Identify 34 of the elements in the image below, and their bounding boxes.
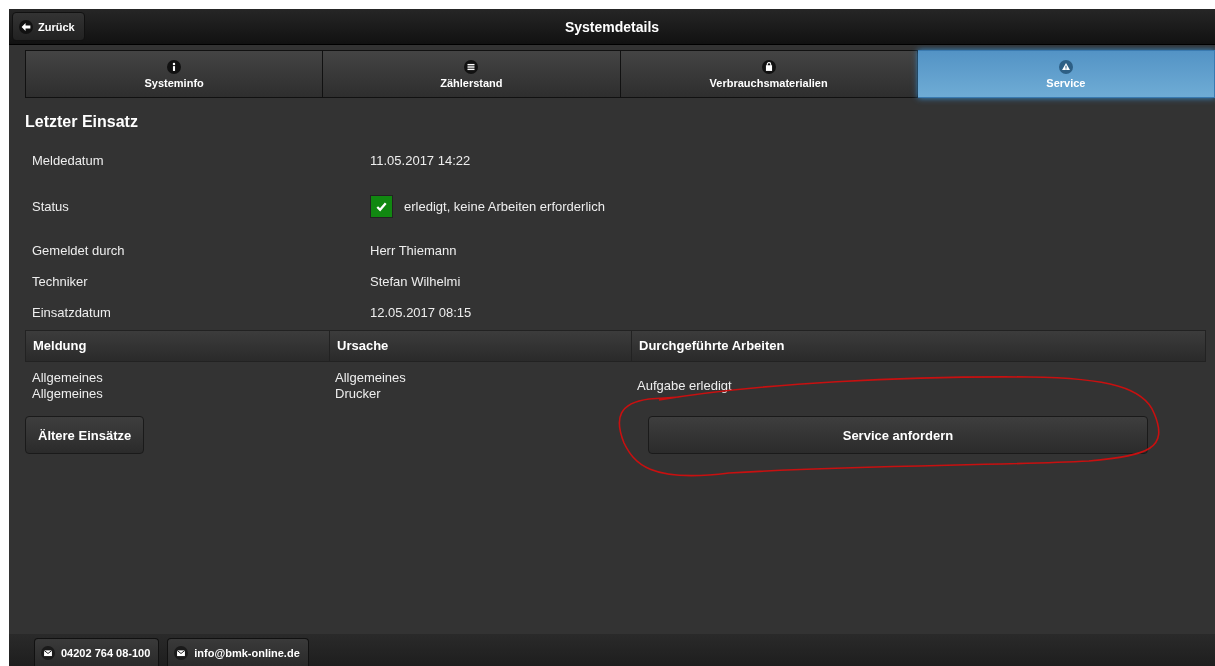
page-title: Systemdetails [564, 18, 660, 35]
tab[interactable]: Systeminfo [25, 50, 324, 98]
contact-button[interactable]: 04202 764 08-100 [34, 638, 160, 666]
column-header: Ursache [329, 331, 631, 361]
field-value: 11.05.2017 14:22 [370, 152, 471, 168]
back-button[interactable]: Zurück [12, 12, 85, 41]
field-value: Herr Thiemann [370, 243, 457, 258]
table-cell: Allgemeines [335, 370, 406, 386]
field-value: erledigt, keine Arbeiten erforderlich [404, 198, 605, 214]
tab[interactable]: Verbrauchsmaterialien [620, 50, 918, 98]
info-icon [167, 59, 182, 74]
request-service-button[interactable]: Service anfordern [648, 416, 1148, 454]
field-label: Status [32, 198, 70, 214]
table-cell: Allgemeines [32, 370, 103, 386]
section-title: Letzter Einsatz [25, 113, 139, 131]
table-cell: Aufgabe erledigt [637, 378, 732, 394]
field-label: Gemeldet durch [32, 243, 126, 258]
field-label: Techniker [32, 274, 89, 289]
arrow-left-icon [19, 19, 33, 34]
field-value: 12.05.2017 08:15 [370, 305, 472, 320]
column-header: Durchgeführte Arbeiten [631, 331, 1205, 361]
warning-icon [1058, 59, 1073, 74]
field-value: Stefan Wilhelmi [370, 274, 461, 289]
older-button[interactable]: Ältere Einsätze [25, 416, 145, 454]
mail-icon [174, 645, 189, 660]
mail-icon [41, 645, 55, 660]
tab[interactable]: Zählerstand [323, 50, 621, 98]
menu-icon [464, 59, 479, 74]
field-label: Meldedatum [32, 152, 105, 168]
field-label: Einsatzdatum [32, 305, 112, 320]
contact-button[interactable]: info@bmk-online.de [167, 638, 309, 666]
table-cell: Drucker [335, 386, 381, 402]
table-cell: Allgemeines [32, 386, 103, 402]
column-header: Meldung [32, 337, 88, 355]
